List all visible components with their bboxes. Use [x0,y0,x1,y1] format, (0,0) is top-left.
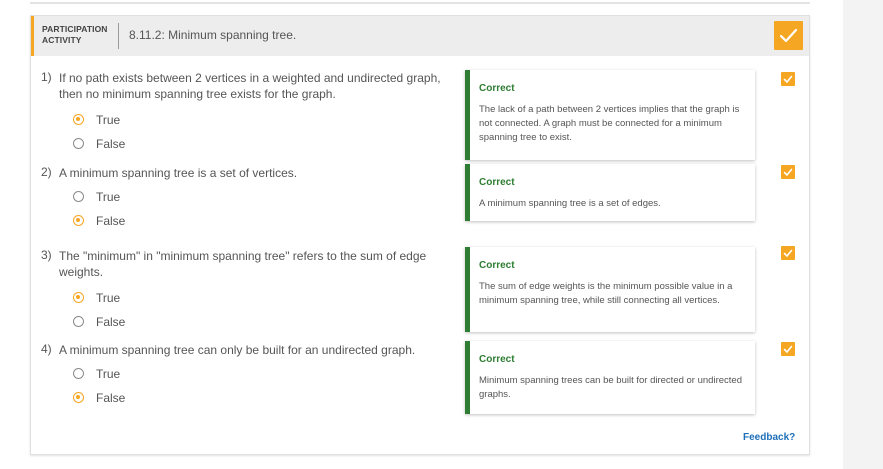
radio-unselected-icon[interactable] [73,191,84,202]
question-text: A minimum spanning tree can only be buil… [59,343,416,357]
question-3-checkmark-icon [781,246,795,260]
header-accent-bar [31,16,34,56]
question-text: A minimum spanning tree is a set of vert… [59,166,298,180]
option-label: False [96,315,126,329]
question-number: 1) [41,70,52,84]
question-number: 2) [41,165,52,179]
radio-selected-icon[interactable] [73,215,84,226]
radio-unselected-icon[interactable] [73,368,84,379]
activity-complete-checkmark-icon [774,21,803,50]
feedback-text: A minimum spanning tree is a set of edge… [479,198,661,209]
question-2-feedback: Correct A minimum spanning tree is a set… [465,164,755,221]
question-4-feedback: Correct Minimum spanning trees can be bu… [465,341,755,414]
radio-selected-icon[interactable] [73,392,84,403]
activity-header: PARTICIPATION ACTIVITY 8.11.2: Minimum s… [31,16,809,56]
option-label: True [96,190,121,204]
feedback-title: Correct [479,260,515,271]
question-text: The "minimum" in "minimum spanning tree"… [59,249,427,279]
question-number: 3) [41,248,52,262]
previous-section-divider [30,2,810,4]
question-text: If no path exists between 2 vertices in … [59,71,441,101]
question-2-checkmark-icon [781,165,795,179]
radio-unselected-icon[interactable] [73,316,84,327]
feedback-text: The lack of a path between 2 vertices im… [479,104,740,143]
radio-unselected-icon[interactable] [73,138,84,149]
feedback-link[interactable]: Feedback? [743,432,795,443]
option-label: True [96,291,121,305]
question-2-option-false[interactable]: False [73,214,273,230]
option-label: False [96,391,126,405]
participation-activity-card: PARTICIPATION ACTIVITY 8.11.2: Minimum s… [30,15,810,455]
option-label: True [96,367,121,381]
feedback-title: Correct [479,83,515,94]
option-label: True [96,113,121,127]
question-4-checkmark-icon [781,342,795,356]
question-1-option-false[interactable]: False [73,137,273,153]
question-1-feedback: Correct The lack of a path between 2 ver… [465,70,755,160]
question-3-feedback: Correct The sum of edge weights is the m… [465,247,755,332]
question-4-option-true[interactable]: True [73,367,273,383]
option-label: False [96,214,126,228]
question-3-option-false[interactable]: False [73,315,273,331]
radio-selected-icon[interactable] [73,114,84,125]
radio-selected-icon[interactable] [73,292,84,303]
feedback-title: Correct [479,354,515,365]
right-gutter [843,0,883,469]
feedback-text: The sum of edge weights is the minimum p… [479,281,733,306]
question-1-option-true[interactable]: True [73,113,273,129]
question-3-option-true[interactable]: True [73,291,273,307]
activity-title: 8.11.2: Minimum spanning tree. [129,28,297,42]
activity-type-label: PARTICIPATION ACTIVITY [42,24,108,45]
question-1-checkmark-icon [781,72,795,86]
feedback-title: Correct [479,177,515,188]
question-4-option-false[interactable]: False [73,391,273,407]
option-label: False [96,137,126,151]
question-2-option-true[interactable]: True [73,190,273,206]
question-number: 4) [41,342,52,356]
feedback-text: Minimum spanning trees can be built for … [479,375,742,400]
header-separator [118,23,119,49]
